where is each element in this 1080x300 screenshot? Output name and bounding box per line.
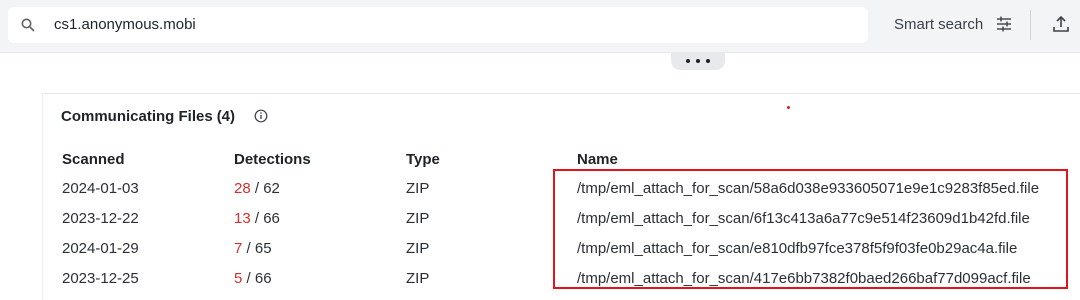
cell-detections: 5 / 66	[234, 270, 272, 287]
column-header-name[interactable]: Name	[577, 151, 618, 168]
sliders-icon[interactable]	[995, 15, 1013, 33]
detections-total: / 65	[246, 240, 272, 257]
upload-icon[interactable]	[1052, 14, 1070, 34]
detections-count: 5	[234, 270, 243, 287]
cell-scanned: 2023-12-25	[62, 270, 139, 287]
detections-total: / 62	[254, 180, 280, 197]
card-border	[42, 93, 43, 300]
cell-detections: 13 / 66	[234, 210, 280, 227]
column-header-type[interactable]: Type	[406, 151, 440, 168]
cell-type: ZIP	[406, 270, 430, 287]
search-box[interactable]: cs1.anonymous.mobi	[8, 7, 868, 43]
red-dot-mark	[787, 106, 790, 109]
column-header-scanned[interactable]: Scanned	[62, 151, 125, 168]
column-header-detections[interactable]: Detections	[234, 151, 311, 168]
section-divider	[42, 93, 1080, 94]
detections-total: / 66	[246, 270, 272, 287]
top-bar: cs1.anonymous.mobi Smart search	[0, 0, 1080, 53]
cell-detections: 28 / 62	[234, 180, 280, 197]
cell-detections: 7 / 65	[234, 240, 272, 257]
search-icon	[21, 18, 35, 32]
search-input[interactable]: cs1.anonymous.mobi	[54, 16, 196, 33]
cell-type: ZIP	[406, 180, 430, 197]
cell-scanned: 2024-01-29	[62, 240, 139, 257]
detections-total: / 66	[254, 210, 280, 227]
cell-scanned: 2024-01-03	[62, 180, 139, 197]
info-icon[interactable]	[254, 109, 268, 123]
detections-count: 28	[234, 180, 251, 197]
section-count: (4)	[216, 108, 236, 125]
cell-type: ZIP	[406, 240, 430, 257]
section-title: Communicating Files (4)	[61, 108, 235, 125]
detections-count: 13	[234, 210, 251, 227]
smart-search-button[interactable]: Smart search	[894, 16, 983, 33]
more-icon	[686, 59, 690, 63]
detections-count: 7	[234, 240, 243, 257]
cell-scanned: 2023-12-22	[62, 210, 139, 227]
more-button[interactable]	[671, 52, 725, 70]
toolbar-divider	[1030, 10, 1031, 40]
highlight-box	[553, 169, 1068, 289]
section-title-text: Communicating Files	[61, 108, 213, 125]
cell-type: ZIP	[406, 210, 430, 227]
